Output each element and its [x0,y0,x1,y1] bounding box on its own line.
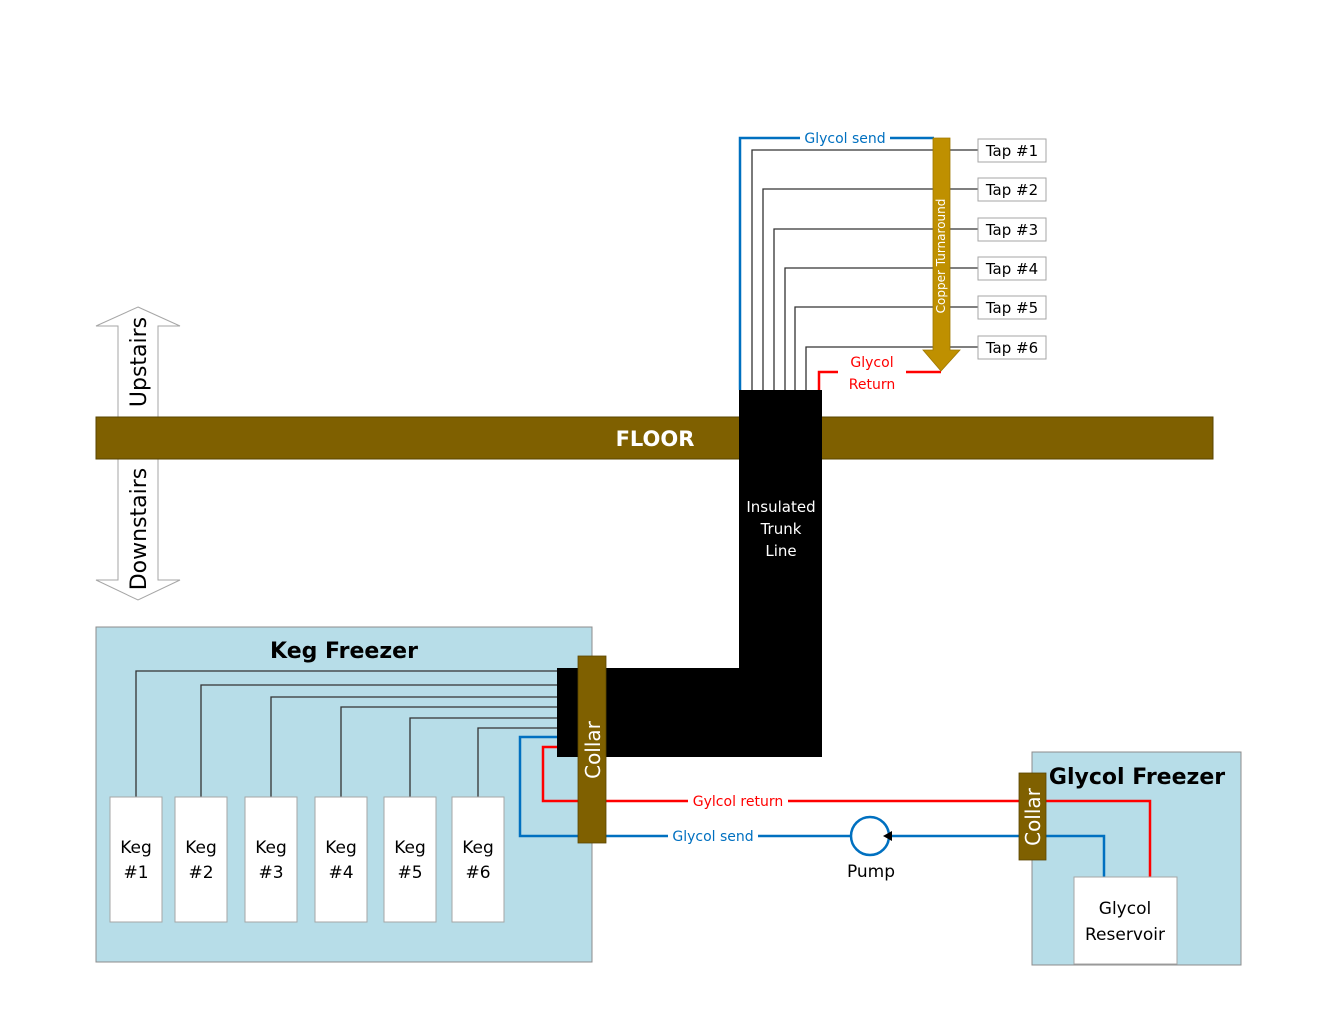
reservoir-label-line2: Reservoir [1085,925,1165,945]
glycol-return-label-line2: Return [849,377,895,393]
tap-label: Tap #6 [985,339,1038,357]
diagram-canvas: Upstairs Downstairs FLOOR Glycol send Gl… [95,130,1242,966]
pump-label: Pump [847,862,895,882]
floor-label: FLOOR [616,427,695,451]
reservoir-label-line1: Glycol [1099,899,1151,919]
keg-label-line1: Keg [120,838,152,858]
keg-1[interactable]: Keg #1 [109,796,163,923]
keg-label-line1: Keg [325,838,357,858]
trunk-label-line1: Insulated [746,498,815,516]
keg-label-line2: #4 [328,863,353,883]
tap-2[interactable]: Tap #2 [977,177,1047,202]
keg-label-line2: #1 [123,863,148,883]
glycol-send-label-upstairs: Glycol send [804,131,885,147]
trunk-label-line2: Trunk [760,520,802,538]
trunk-label-line3: Line [765,542,796,560]
downstairs-label: Downstairs [127,468,152,591]
tap-1[interactable]: Tap #1 [977,138,1047,163]
keg-label-line2: #3 [258,863,283,883]
tap-3[interactable]: Tap #3 [977,217,1047,242]
glycol-return-label-line1: Glycol [850,355,893,371]
keg-label-line1: Keg [394,838,426,858]
tap-label: Tap #1 [985,142,1038,160]
tap-6[interactable]: Tap #6 [977,335,1047,360]
keg-freezer-title: Keg Freezer [270,639,418,664]
glycol-freezer-title: Glycol Freezer [1049,765,1225,790]
tap-label: Tap #4 [985,260,1038,278]
keg-label-line2: #6 [465,863,490,883]
keg-label-line2: #2 [188,863,213,883]
keg-5[interactable]: Keg #5 [383,796,437,923]
tap-label: Tap #2 [985,181,1038,199]
glycol-freezer-collar-label: Collar [1021,787,1045,846]
tap-label: Tap #3 [985,221,1038,239]
keg-label-line1: Keg [462,838,494,858]
copper-turnaround-label: Copper Turnaround [934,199,948,314]
tap-label: Tap #5 [985,299,1038,317]
glycol-return-label-downstairs: Gylcol return [693,794,783,810]
keg-4[interactable]: Keg #4 [314,796,368,923]
glycol-send-label-downstairs: Glycol send [672,829,753,845]
keg-6[interactable]: Keg #6 [451,796,505,923]
upstairs-label: Upstairs [127,317,152,407]
keg-label-line1: Keg [255,838,287,858]
keg-label-line1: Keg [185,838,217,858]
keg-2[interactable]: Keg #2 [174,796,228,923]
keg-freezer-collar-label: Collar [581,720,605,779]
pump[interactable]: Pump [847,815,895,882]
glycol-reservoir[interactable]: Glycol Reservoir [1073,876,1178,965]
tap-4[interactable]: Tap #4 [977,256,1047,281]
keg-label-line2: #5 [397,863,422,883]
tap-list: Tap #1 Tap #2 Tap #3 Tap #4 Tap #5 Tap #… [977,138,1047,360]
keg-3[interactable]: Keg #3 [244,796,298,923]
tap-5[interactable]: Tap #5 [977,295,1047,320]
